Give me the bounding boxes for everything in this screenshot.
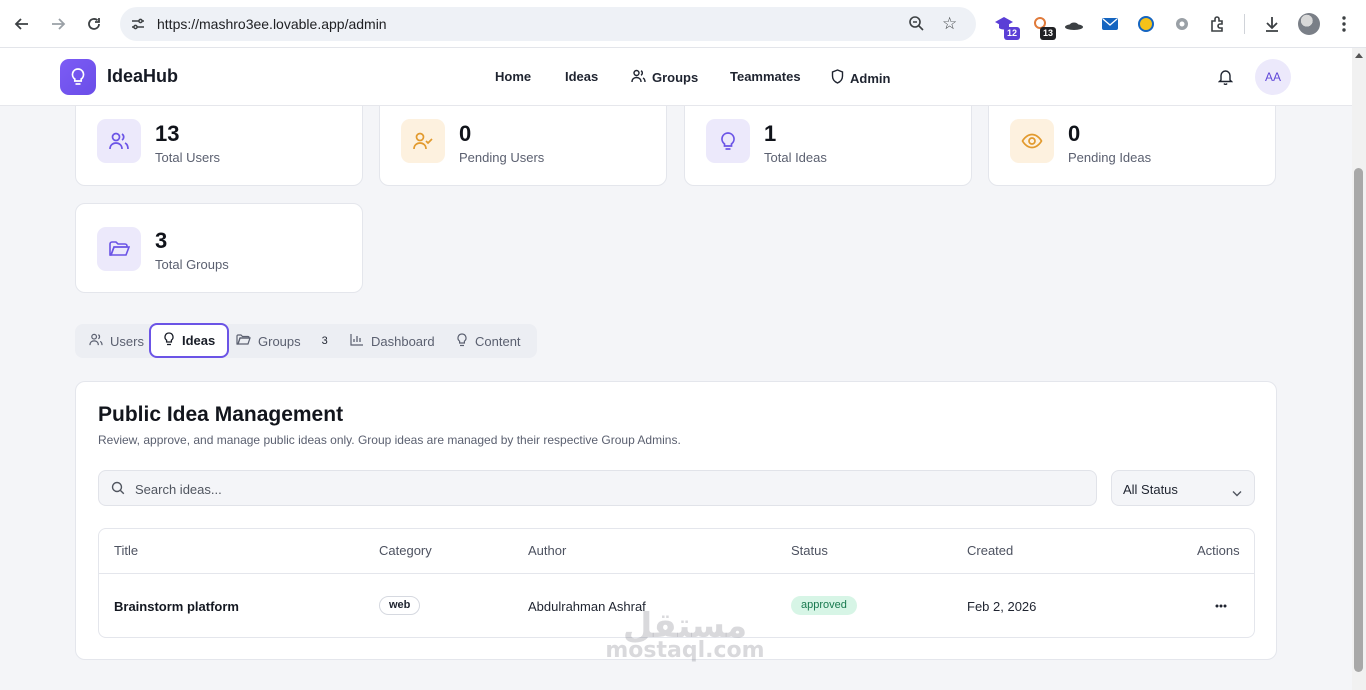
column-header-title: Title — [114, 543, 139, 558]
user-check-icon — [401, 119, 445, 163]
users-icon — [631, 69, 646, 86]
lightbulb-icon — [163, 332, 175, 349]
status-filter-select[interactable]: All Status — [1111, 470, 1255, 506]
extension-hat-icon[interactable] — [1062, 12, 1086, 36]
logo-lightbulb-icon[interactable] — [60, 59, 96, 95]
users-icon — [97, 119, 141, 163]
tab-label: Ideas — [182, 333, 216, 348]
scrollbar-thumb[interactable] — [1354, 168, 1363, 672]
column-header-actions: Actions — [1197, 543, 1240, 558]
search-icon — [111, 481, 125, 500]
page-description: Review, approve, and manage public ideas… — [98, 433, 681, 447]
download-icon[interactable] — [1260, 12, 1284, 36]
tab-label: Content — [475, 333, 521, 349]
tab-dashboard[interactable]: Dashboard — [350, 324, 435, 358]
shield-icon — [831, 69, 844, 87]
admin-tabs: Users Ideas Groups 3 Dashboard Content — [75, 323, 537, 358]
nav-admin[interactable]: Admin — [831, 69, 890, 87]
tab-label: Groups — [258, 333, 301, 349]
chevron-down-icon — [1232, 484, 1242, 502]
tab-label: Users — [110, 333, 144, 349]
lightbulb-icon — [456, 332, 468, 350]
nav-label: Home — [495, 69, 532, 84]
site-settings-icon[interactable] — [130, 16, 146, 37]
extension-badge: 12 — [1004, 27, 1020, 40]
reload-icon[interactable] — [82, 12, 106, 36]
idea-title[interactable]: Brainstorm platform — [114, 599, 239, 614]
profile-avatar[interactable] — [1298, 13, 1320, 35]
column-header-author: Author — [528, 543, 567, 558]
bar-chart-icon — [350, 333, 364, 349]
stat-value: 0 — [459, 121, 472, 146]
brand-name[interactable]: IdeaHub — [107, 66, 178, 87]
stat-value: 13 — [155, 121, 180, 146]
nav-home[interactable]: Home — [495, 69, 531, 84]
status-filter-value: All Status — [1123, 482, 1178, 497]
lightbulb-icon — [706, 119, 750, 163]
nav-teammates[interactable]: Teammates — [730, 69, 801, 84]
nav-label: Teammates — [730, 69, 801, 84]
bookmark-star-icon[interactable]: ☆ — [942, 14, 957, 34]
tab-ideas[interactable]: Ideas — [149, 323, 230, 358]
toolbar-divider — [1244, 14, 1245, 34]
extension-circle-icon[interactable] — [1134, 12, 1158, 36]
stat-label: Total Ideas — [764, 150, 827, 165]
tab-count: 3 — [321, 335, 328, 347]
url-text: https://mashro3ee.lovable.app/admin — [157, 16, 387, 32]
forward-arrow-icon[interactable] — [46, 12, 70, 36]
tab-users[interactable]: Users — [89, 324, 144, 358]
table-divider — [99, 573, 1254, 574]
address-bar[interactable]: https://mashro3ee.lovable.app/admin ☆ — [120, 7, 976, 41]
folder-icon — [236, 333, 251, 349]
category-badge: web — [379, 596, 421, 615]
tab-label: Dashboard — [371, 333, 435, 349]
nav-groups[interactable]: Groups — [631, 69, 698, 86]
eye-icon — [1010, 119, 1054, 163]
stat-label: Total Users — [155, 150, 221, 165]
nav-label: Groups — [652, 70, 699, 85]
search-input[interactable] — [135, 479, 1075, 499]
status-badge: approved — [791, 596, 857, 615]
browser-toolbar: https://mashro3ee.lovable.app/admin ☆ 12… — [0, 0, 1366, 48]
bell-icon[interactable] — [1217, 68, 1234, 90]
user-avatar[interactable]: AA — [1255, 59, 1291, 95]
extensions-puzzle-icon[interactable] — [1206, 12, 1230, 36]
row-actions-menu-icon[interactable] — [1209, 594, 1233, 618]
stat-label: Pending Users — [459, 150, 545, 165]
idea-created-date: Feb 2, 2026 — [967, 599, 1037, 614]
tab-content[interactable]: Content — [456, 324, 521, 358]
search-box — [98, 470, 1097, 506]
stat-value: 1 — [764, 121, 777, 146]
users-icon — [89, 333, 103, 349]
extension-gear-icon[interactable] — [1170, 12, 1194, 36]
app-header: IdeaHub Home Ideas Groups Teammates Admi… — [0, 48, 1352, 106]
tab-groups[interactable]: Groups 3 — [236, 324, 328, 358]
watermark: مستقل mostaql.com — [600, 608, 770, 664]
folder-icon — [97, 227, 141, 271]
stat-card-total-groups: 3 Total Groups — [75, 203, 363, 293]
scroll-up-arrow-icon[interactable] — [1355, 53, 1363, 58]
extension-mail-icon[interactable] — [1098, 12, 1122, 36]
nav-label: Ideas — [565, 69, 599, 84]
extension-graduation-icon[interactable]: 12 — [992, 12, 1020, 40]
extension-cloud-icon[interactable]: 13 — [1028, 12, 1056, 40]
column-header-created: Created — [967, 543, 1014, 558]
column-header-status: Status — [791, 543, 828, 558]
extension-badge: 13 — [1040, 27, 1056, 40]
stat-value: 0 — [1068, 121, 1081, 146]
stat-value: 3 — [155, 228, 168, 253]
nav-label: Admin — [850, 70, 891, 86]
nav-ideas[interactable]: Ideas — [565, 69, 598, 84]
zoom-icon[interactable] — [908, 15, 925, 37]
stat-label: Total Groups — [155, 257, 229, 272]
watermark-latin: mostaql.com — [605, 638, 765, 663]
column-header-category: Category — [379, 543, 432, 558]
stat-label: Pending Ideas — [1068, 150, 1152, 165]
more-menu-icon[interactable] — [1332, 12, 1356, 36]
page-title: Public Idea Management — [98, 403, 344, 426]
back-arrow-icon[interactable] — [10, 12, 34, 36]
